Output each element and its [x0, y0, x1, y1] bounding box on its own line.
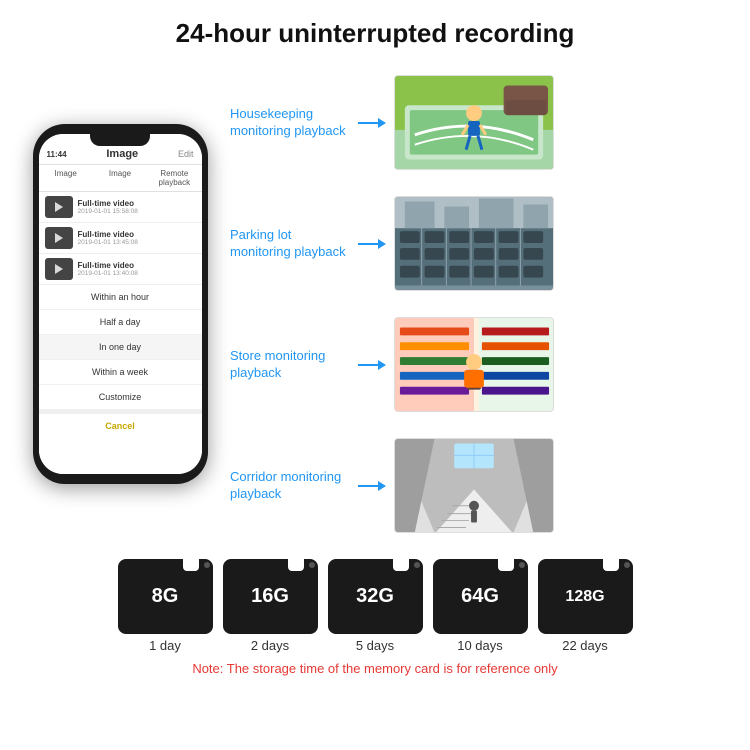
video-info-3: Full-time video 2019-01-01 13:40:08: [78, 261, 196, 277]
monitoring-row-housekeeping: Housekeeping monitoring playback: [230, 65, 730, 180]
dropdown-in-one-day[interactable]: In one day: [39, 335, 202, 360]
video-info-1: Full-time video 2019-01-01 15:58:08: [78, 199, 196, 215]
tab-image2[interactable]: Image: [93, 165, 147, 191]
sd-size-32g: 32G: [356, 585, 394, 608]
right-panel: Housekeeping monitoring playback: [230, 59, 730, 549]
sd-card-64g: 64G 10 days: [433, 559, 528, 653]
phone-screen: 11:44 Image Edit Image Image Remote play…: [39, 134, 202, 474]
main-section: 11:44 Image Edit Image Image Remote play…: [0, 59, 750, 549]
sd-days-8g: 1 day: [149, 638, 181, 653]
dropdown-within-week[interactable]: Within a week: [39, 360, 202, 385]
sd-notch-8g: [183, 559, 199, 571]
arrow-housekeeping: [358, 118, 386, 128]
sd-card-icon-64g: 64G: [433, 559, 528, 634]
dropdown-within-hour[interactable]: Within an hour: [39, 285, 202, 310]
monitoring-row-corridor: Corridor monitoring playback: [230, 428, 730, 543]
screen-tabs: Image Image Remote playback: [39, 165, 202, 192]
sd-card-icon-16g: 16G: [223, 559, 318, 634]
sd-size-128g: 128G: [565, 588, 604, 606]
monitoring-img-corridor: [394, 438, 554, 533]
tab-image[interactable]: Image: [39, 165, 93, 191]
video-title-1: Full-time video: [78, 199, 196, 208]
video-thumb-1: [45, 196, 73, 218]
video-info-2: Full-time video 2019-01-01 13:45:08: [78, 230, 196, 246]
sd-section: 8G 1 day 16G 2 days 32G 5 days: [0, 549, 750, 676]
dropdown-half-day[interactable]: Half a day: [39, 310, 202, 335]
dropdown-customize[interactable]: Customize: [39, 385, 202, 410]
screen-title-label: Image: [106, 148, 138, 160]
arrow-parking: [358, 239, 386, 249]
sd-notch-64g: [498, 559, 514, 571]
phone-mockup: 11:44 Image Edit Image Image Remote play…: [33, 124, 208, 484]
sd-notch-32g: [393, 559, 409, 571]
play-icon-1: [55, 202, 63, 212]
monitoring-row-store: Store monitoring playback: [230, 307, 730, 422]
sd-days-32g: 5 days: [356, 638, 394, 653]
sd-dot-64g: [519, 562, 525, 568]
play-icon-3: [55, 264, 63, 274]
video-title-3: Full-time video: [78, 261, 196, 270]
video-list: Full-time video 2019-01-01 15:58:08 Full…: [39, 192, 202, 474]
video-date-2: 2019-01-01 13:45:08: [78, 239, 196, 246]
video-item-3[interactable]: Full-time video 2019-01-01 13:40:08: [39, 254, 202, 285]
sd-card-icon-8g: 8G: [118, 559, 213, 634]
note-text: Note: The storage time of the memory car…: [192, 659, 557, 676]
sd-dot-128g: [624, 562, 630, 568]
page-title: 24-hour uninterrupted recording: [0, 18, 750, 49]
sd-card-8g: 8G 1 day: [118, 559, 213, 653]
video-thumb-3: [45, 258, 73, 280]
sd-notch-16g: [288, 559, 304, 571]
video-date-1: 2019-01-01 15:58:08: [78, 208, 196, 215]
monitoring-label-housekeeping: Housekeeping monitoring playback: [230, 106, 350, 140]
dropdown-cancel-button[interactable]: Cancel: [39, 410, 202, 438]
sd-card-icon-128g: 128G: [538, 559, 633, 634]
video-item-1[interactable]: Full-time video 2019-01-01 15:58:08: [39, 192, 202, 223]
monitoring-label-parking: Parking lot monitoring playback: [230, 227, 350, 261]
sd-card-16g: 16G 2 days: [223, 559, 318, 653]
header-section: 24-hour uninterrupted recording: [0, 0, 750, 59]
sd-notch-128g: [603, 559, 619, 571]
arrow-store: [358, 360, 386, 370]
monitoring-img-store: [394, 317, 554, 412]
dropdown-menu: Within an hour Half a day In one day Wit…: [39, 285, 202, 438]
video-thumb-2: [45, 227, 73, 249]
video-item-2[interactable]: Full-time video 2019-01-01 13:45:08: [39, 223, 202, 254]
monitoring-label-corridor: Corridor monitoring playback: [230, 469, 350, 503]
monitoring-label-store: Store monitoring playback: [230, 348, 350, 382]
monitoring-img-housekeeping: [394, 75, 554, 170]
sd-dot-32g: [414, 562, 420, 568]
screen-time: 11:44: [47, 150, 67, 159]
phone-notch: [90, 134, 150, 146]
sd-card-32g: 32G 5 days: [328, 559, 423, 653]
tab-remote-playback[interactable]: Remote playback: [147, 165, 201, 191]
sd-dot-16g: [309, 562, 315, 568]
sd-days-128g: 22 days: [562, 638, 608, 653]
sd-size-16g: 16G: [251, 585, 289, 608]
monitoring-row-parking: Parking lot monitoring playback: [230, 186, 730, 301]
sd-cards-row: 8G 1 day 16G 2 days 32G 5 days: [118, 559, 633, 653]
monitoring-img-parking: [394, 196, 554, 291]
sd-days-64g: 10 days: [457, 638, 503, 653]
sd-card-icon-32g: 32G: [328, 559, 423, 634]
video-title-2: Full-time video: [78, 230, 196, 239]
screen-edit-button[interactable]: Edit: [178, 149, 194, 159]
sd-card-128g: 128G 22 days: [538, 559, 633, 653]
sd-dot-8g: [204, 562, 210, 568]
sd-size-8g: 8G: [152, 585, 179, 608]
phone-container: 11:44 Image Edit Image Image Remote play…: [20, 59, 220, 549]
video-date-3: 2019-01-01 13:40:08: [78, 270, 196, 277]
sd-size-64g: 64G: [461, 585, 499, 608]
sd-days-16g: 2 days: [251, 638, 289, 653]
play-icon-2: [55, 233, 63, 243]
arrow-corridor: [358, 481, 386, 491]
